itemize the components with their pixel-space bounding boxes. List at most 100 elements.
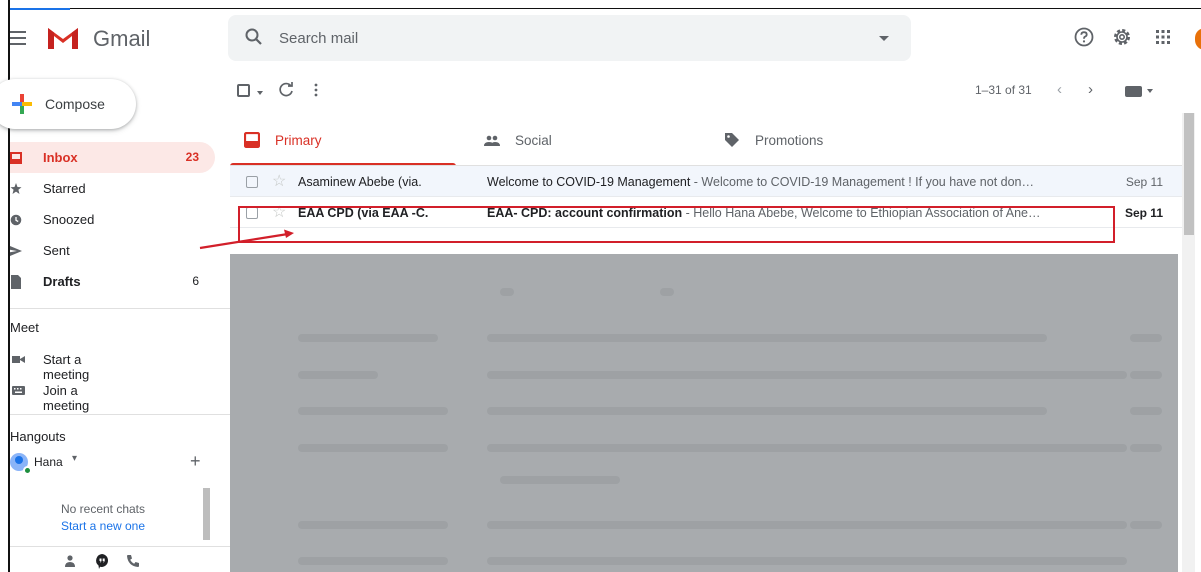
online-status-icon <box>23 466 32 475</box>
sidebar-item-starred[interactable]: Starred <box>10 173 215 204</box>
annotation-highlight-box <box>238 206 1115 243</box>
app-name[interactable]: Gmail <box>93 26 150 52</box>
no-recent-chats-text: No recent chats <box>60 502 146 516</box>
star-icon <box>10 183 22 194</box>
draft-count: 6 <box>192 274 199 288</box>
person-icon[interactable] <box>62 553 78 569</box>
email-row[interactable]: ☆ Asaminew Abebe (via. Welcome to COVID-… <box>230 166 1183 197</box>
sidebar-item-label: Drafts <box>43 274 81 289</box>
draft-icon <box>11 275 21 289</box>
overlay-artifact <box>487 371 1127 379</box>
overlay-artifact <box>500 288 514 296</box>
overlay-artifact <box>298 371 378 379</box>
meet-section-title: Meet <box>10 320 39 335</box>
tab-label: Primary <box>275 133 322 148</box>
row-checkbox[interactable] <box>246 176 258 188</box>
hangouts-user[interactable]: Hana ▾ + <box>10 451 210 477</box>
email-date: Sep 11 <box>1125 175 1163 189</box>
overlay-artifact <box>298 407 448 415</box>
divider <box>10 414 230 415</box>
overlay-artifact <box>298 444 448 452</box>
meet-item-label: Join a meeting <box>43 383 90 413</box>
user-name: Hana <box>34 455 63 469</box>
help-icon[interactable] <box>1073 26 1095 48</box>
select-options-icon[interactable] <box>257 91 263 95</box>
tab-social[interactable]: Social <box>470 113 696 166</box>
search-bar[interactable]: Search mail <box>228 15 911 61</box>
inbox-icon <box>10 152 22 164</box>
overlay-artifact <box>487 557 1127 565</box>
overlay-artifact <box>298 521 448 529</box>
scrollbar[interactable] <box>203 488 210 540</box>
overlay-artifact <box>500 476 620 484</box>
search-input[interactable]: Search mail <box>279 30 358 47</box>
inbox-tabs: Primary Social Promotions <box>230 113 1183 166</box>
input-tools-icon[interactable] <box>1125 86 1142 97</box>
hangouts-bottom-bar <box>10 546 230 572</box>
overlay-artifact <box>1130 521 1162 529</box>
email-date: Sep 11 <box>1124 206 1163 220</box>
sidebar-item-inbox[interactable]: Inbox 23 <box>10 142 215 173</box>
prev-page-button[interactable]: ‹ <box>1057 81 1062 98</box>
video-icon <box>12 356 25 363</box>
keyboard-icon <box>12 386 25 395</box>
chat-bubble-icon[interactable] <box>94 553 110 569</box>
unread-count: 23 <box>185 150 199 164</box>
overlay-artifact <box>1130 407 1162 415</box>
more-options-icon[interactable] <box>308 82 324 98</box>
gmail-logo-icon[interactable] <box>46 24 80 50</box>
search-icon[interactable] <box>244 27 264 47</box>
hangouts-section-title: Hangouts <box>10 429 66 444</box>
sidebar-item-sent[interactable]: Sent <box>10 235 215 266</box>
screenshot-frame: Gmail Search mail Compose Inbox 23 Starr… <box>0 0 1201 572</box>
scrollbar-thumb[interactable] <box>1184 113 1194 235</box>
compose-button[interactable]: Compose <box>0 79 136 129</box>
recent-chats: No recent chats Start a new one <box>10 488 210 546</box>
sidebar-item-snoozed[interactable]: Snoozed <box>10 204 215 235</box>
sidebar-item-label: Inbox <box>43 150 78 165</box>
email-sender: Asaminew Abebe (via. <box>298 175 422 189</box>
refresh-icon[interactable] <box>278 82 294 98</box>
next-page-button[interactable]: › <box>1088 81 1093 98</box>
sidebar: Compose Inbox 23 Starred Snoozed Sent Dr… <box>0 69 230 572</box>
app-header: Gmail Search mail <box>10 9 1201 69</box>
settings-icon[interactable] <box>1111 26 1133 48</box>
clock-icon <box>10 214 22 226</box>
select-all-checkbox[interactable] <box>237 84 250 97</box>
main-menu-icon[interactable] <box>10 31 26 45</box>
meet-item-label: Start a meeting <box>43 352 90 382</box>
email-subject: Welcome to COVID-19 Management <box>487 175 691 189</box>
plus-icon <box>12 94 32 114</box>
sidebar-item-drafts[interactable]: Drafts 6 <box>10 266 215 297</box>
chevron-down-icon[interactable] <box>1147 89 1153 93</box>
phone-icon[interactable] <box>125 553 141 569</box>
overlay-artifact <box>487 334 1047 342</box>
tab-label: Social <box>515 133 552 148</box>
tab-promotions[interactable]: Promotions <box>710 113 936 166</box>
redacted-overlay <box>230 254 1178 572</box>
overlay-artifact <box>1130 371 1162 379</box>
overlay-artifact <box>298 557 448 565</box>
sidebar-item-label: Sent <box>43 243 70 258</box>
tag-icon <box>725 133 739 147</box>
star-icon[interactable]: ☆ <box>272 171 286 191</box>
mail-toolbar: 1–31 of 31 ‹ › <box>230 69 1183 113</box>
overlay-artifact <box>1130 334 1162 342</box>
pagination-text: 1–31 of 31 <box>975 83 1032 97</box>
chevron-down-icon[interactable]: ▾ <box>72 453 77 464</box>
overlay-artifact <box>487 407 1047 415</box>
email-snippet: - Welcome to COVID-19 Management ! If yo… <box>690 175 1035 189</box>
search-options-icon[interactable] <box>879 36 889 41</box>
tab-primary[interactable]: Primary <box>230 113 456 166</box>
email-preview: Welcome to COVID-19 Management - Welcome… <box>487 175 1077 189</box>
send-icon <box>10 246 22 256</box>
divider <box>10 308 230 309</box>
overlay-artifact <box>487 444 1127 452</box>
start-new-chat-link[interactable]: Start a new one <box>10 519 196 533</box>
apps-icon[interactable] <box>1152 26 1174 48</box>
inbox-icon <box>244 132 260 148</box>
compose-label: Compose <box>45 96 105 112</box>
overlay-artifact <box>660 288 674 296</box>
add-chat-button[interactable]: + <box>190 451 201 472</box>
sidebar-item-label: Starred <box>43 181 86 196</box>
